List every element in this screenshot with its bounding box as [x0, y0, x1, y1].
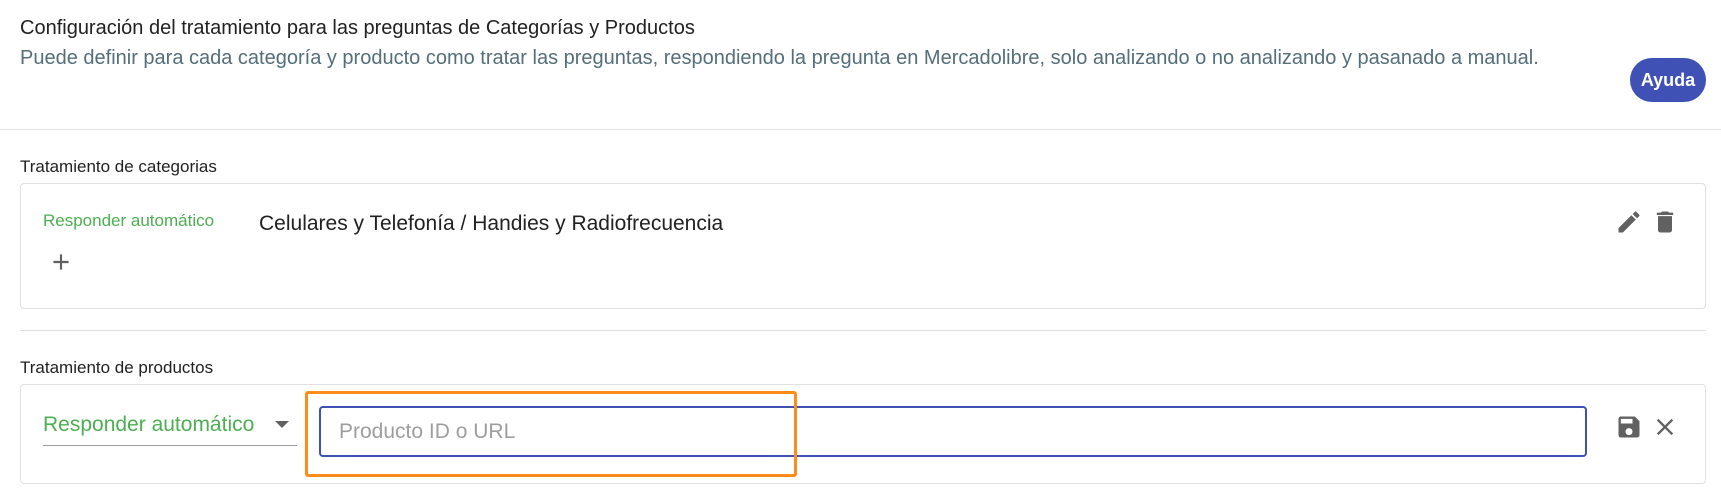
page-header: Configuración del tratamiento para las p… [20, 14, 1630, 74]
product-id-input[interactable] [321, 408, 1585, 455]
caret-down-icon [275, 421, 289, 428]
cancel-button[interactable] [1649, 411, 1681, 443]
product-id-input-wrapper [319, 406, 1587, 457]
trash-icon [1656, 211, 1674, 233]
products-section-title: Tratamiento de productos [20, 358, 214, 377]
edit-button[interactable] [1613, 206, 1645, 238]
plus-icon [53, 254, 69, 270]
delete-button[interactable] [1649, 206, 1681, 238]
save-button[interactable] [1613, 411, 1645, 443]
categories-section-title: Tratamiento de categorias [20, 157, 217, 176]
help-button[interactable]: Ayuda [1630, 58, 1706, 102]
save-icon [1618, 416, 1640, 438]
page-description: Puede definir para cada categoría y prod… [20, 47, 1539, 69]
close-icon [1656, 418, 1674, 436]
products-card: Responder automático [20, 384, 1706, 484]
category-mode-label: Responder automático [43, 211, 215, 230]
product-mode-value: Responder automático [43, 413, 255, 436]
pencil-icon [1618, 211, 1640, 233]
category-name: Celulares y Telefonía / Handies y Radiof… [259, 212, 724, 235]
section-divider [20, 330, 1706, 331]
product-mode-select[interactable]: Responder automático [43, 405, 297, 446]
add-category-button[interactable] [45, 246, 77, 278]
page-title: Configuración del tratamiento para las p… [20, 17, 695, 39]
categories-card: Responder automático Celulares y Telefon… [20, 183, 1706, 309]
header-divider [0, 129, 1721, 130]
